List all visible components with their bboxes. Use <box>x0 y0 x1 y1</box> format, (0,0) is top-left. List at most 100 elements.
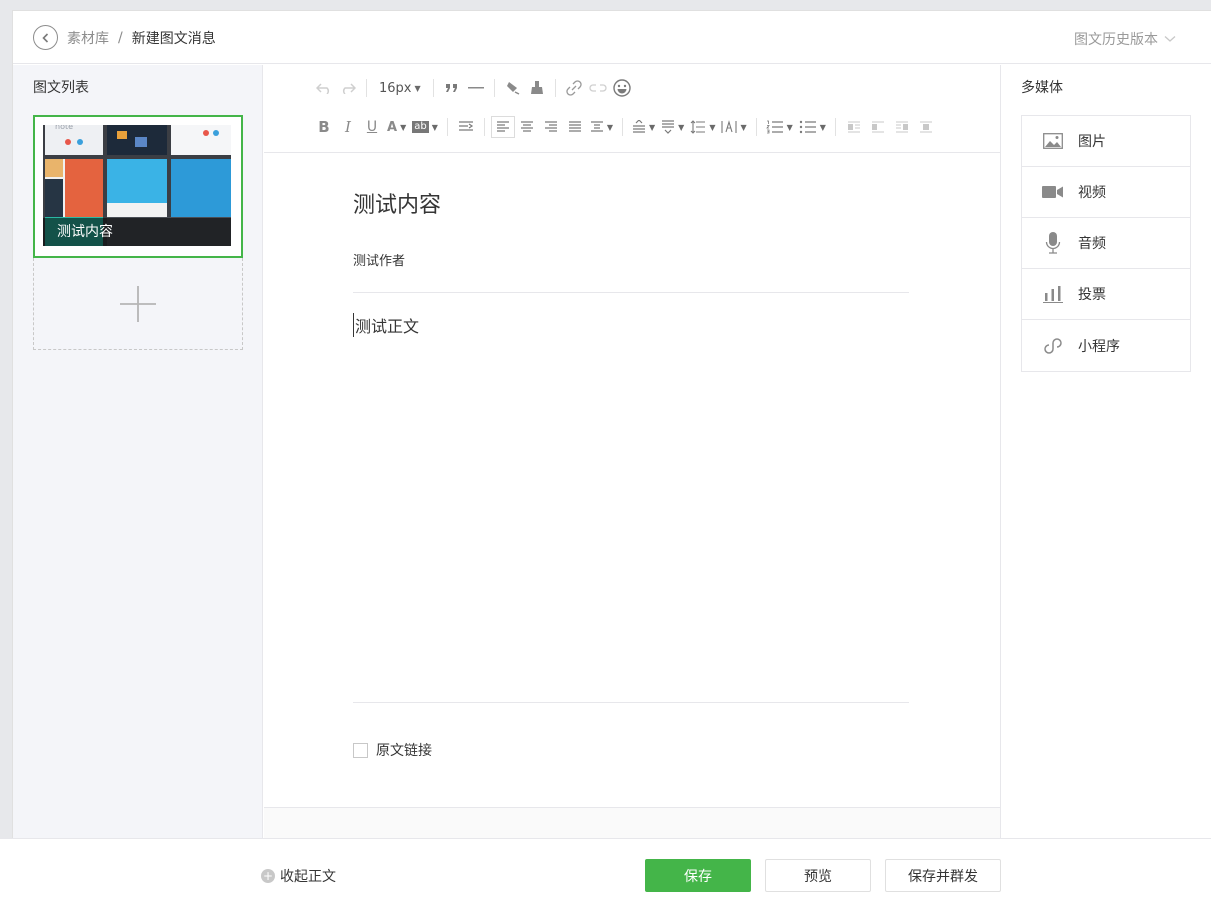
image-float-right-icon[interactable] <box>890 116 914 138</box>
multimedia-panel: 多媒体 图片 视频 音频 投票 小程序 <box>1000 65 1211 839</box>
cover-tile <box>135 137 147 147</box>
original-link-checkbox[interactable] <box>353 742 368 758</box>
media-item-label: 视频 <box>1078 185 1106 201</box>
caret-down-icon: ▼ <box>678 122 685 132</box>
original-link-label: 原文链接 <box>376 743 432 759</box>
cover-tile <box>45 179 63 217</box>
font-size-select[interactable]: 16px ▼ <box>373 77 427 99</box>
collapse-body-button[interactable]: + 收起正文 <box>261 866 336 886</box>
toolbar-row-1: 16px ▼ <box>312 76 634 100</box>
article-cover-thumbnail: note 测试内容 <box>43 125 231 246</box>
breadcrumb-root[interactable]: 素材库 <box>67 28 109 48</box>
caret-down-icon: ▼ <box>606 122 614 132</box>
cover-dot <box>203 130 209 136</box>
divider <box>353 292 909 293</box>
preview-button[interactable]: 预览 <box>765 859 871 892</box>
indent-icon[interactable] <box>454 116 478 138</box>
indent-both-icon[interactable]: ▼ <box>587 116 616 138</box>
add-article-button[interactable] <box>33 258 243 350</box>
image-float-left-icon[interactable] <box>842 116 866 138</box>
line-height-icon[interactable]: ▼ <box>687 116 718 138</box>
caret-down-icon: ▼ <box>786 122 793 132</box>
image-center-icon[interactable] <box>914 116 938 138</box>
font-color-icon[interactable]: A ▼ <box>384 116 409 138</box>
redo-icon[interactable] <box>336 77 360 99</box>
blockquote-icon[interactable] <box>440 77 464 99</box>
app-window: 素材库 / 新建图文消息 图文历史版本 图文列表 note 测试内容 16px … <box>12 10 1211 901</box>
toolbar-separator <box>446 118 448 136</box>
toolbar-separator <box>483 118 485 136</box>
article-list-panel: 图文列表 note 测试内容 <box>13 65 263 839</box>
clear-format-icon[interactable] <box>525 77 549 99</box>
microphone-icon <box>1042 232 1064 254</box>
align-center-icon[interactable] <box>515 116 539 138</box>
media-item-video[interactable]: 视频 <box>1022 167 1190 218</box>
space-before-icon[interactable]: ▼ <box>629 116 658 138</box>
unordered-list-icon[interactable]: ▼ <box>796 116 829 138</box>
multimedia-list: 图片 视频 音频 投票 小程序 <box>1021 115 1191 372</box>
save-and-publish-button[interactable]: 保存并群发 <box>885 859 1001 892</box>
chevron-down-icon <box>1164 36 1176 42</box>
align-right-icon[interactable] <box>539 116 563 138</box>
bottom-action-bar: + 收起正文 保存 预览 保存并群发 <box>0 838 1211 901</box>
media-item-label: 小程序 <box>1078 338 1120 355</box>
multimedia-title: 多媒体 <box>1021 80 1063 96</box>
article-list-title: 图文列表 <box>33 80 89 96</box>
media-item-image[interactable]: 图片 <box>1022 116 1190 167</box>
article-title-input[interactable]: 测试内容 <box>353 187 441 219</box>
align-left-icon[interactable] <box>490 116 515 138</box>
save-button[interactable]: 保存 <box>645 859 751 892</box>
cover-dot <box>213 130 219 136</box>
cover-tile <box>65 159 103 217</box>
article-card-selected[interactable]: note 测试内容 <box>33 115 243 258</box>
back-arrow-icon[interactable] <box>33 25 58 50</box>
original-link-option[interactable]: 原文链接 <box>353 740 432 760</box>
toolbar-separator <box>493 79 495 97</box>
justify-icon[interactable] <box>563 116 587 138</box>
caret-down-icon: ▼ <box>400 122 407 132</box>
horizontal-rule-icon[interactable] <box>464 77 488 99</box>
article-author-input[interactable]: 测试作者 <box>353 250 405 269</box>
caret-down-icon: ▼ <box>709 122 716 132</box>
emoji-icon[interactable] <box>610 77 634 99</box>
media-item-mini-program[interactable]: 小程序 <box>1022 320 1190 371</box>
divider <box>353 702 909 703</box>
cover-tile <box>171 159 231 217</box>
toolbar-separator <box>834 118 836 136</box>
bold-icon[interactable]: B <box>312 116 336 138</box>
format-painter-icon[interactable] <box>501 77 525 99</box>
toolbar-separator <box>432 79 434 97</box>
italic-icon[interactable]: I <box>336 116 360 138</box>
cover-dot <box>77 139 83 145</box>
bar-chart-icon <box>1042 283 1064 305</box>
cover-tile <box>107 203 167 217</box>
caret-down-icon: ▼ <box>819 122 826 132</box>
caret-down-icon: ▼ <box>414 83 421 93</box>
image-float-none-icon[interactable] <box>866 116 890 138</box>
ordered-list-icon[interactable]: ▼ <box>763 116 796 138</box>
article-body-editor[interactable]: 测试正文 <box>353 313 419 337</box>
unlink-icon[interactable] <box>586 77 610 99</box>
cover-dot <box>65 139 71 145</box>
background-color-icon[interactable]: ab ▼ <box>409 116 441 138</box>
caret-down-icon: ▼ <box>649 122 656 132</box>
media-item-audio[interactable]: 音频 <box>1022 218 1190 269</box>
caret-down-icon: ▼ <box>431 122 438 132</box>
plus-circle-icon: + <box>261 869 275 883</box>
history-versions-dropdown[interactable]: 图文历史版本 <box>1074 29 1176 49</box>
media-item-label: 图片 <box>1078 134 1106 150</box>
collapse-body-label: 收起正文 <box>280 869 336 885</box>
letter-spacing-icon[interactable]: ▼ <box>718 116 749 138</box>
toolbar-separator <box>622 118 624 136</box>
caret-down-icon: ▼ <box>740 122 747 132</box>
toolbar-separator <box>366 79 367 97</box>
video-icon <box>1042 181 1064 203</box>
link-icon[interactable] <box>562 77 586 99</box>
space-after-icon[interactable]: ▼ <box>658 116 687 138</box>
plus-icon <box>120 285 156 322</box>
toolbar-row-2: B I U A ▼ ab ▼ ▼ ▼ ▼ ▼ ▼ ▼ ▼ <box>312 115 938 139</box>
media-item-vote[interactable]: 投票 <box>1022 269 1190 320</box>
underline-icon[interactable]: U <box>360 116 384 138</box>
mini-program-icon <box>1042 335 1064 357</box>
undo-icon[interactable] <box>312 77 336 99</box>
